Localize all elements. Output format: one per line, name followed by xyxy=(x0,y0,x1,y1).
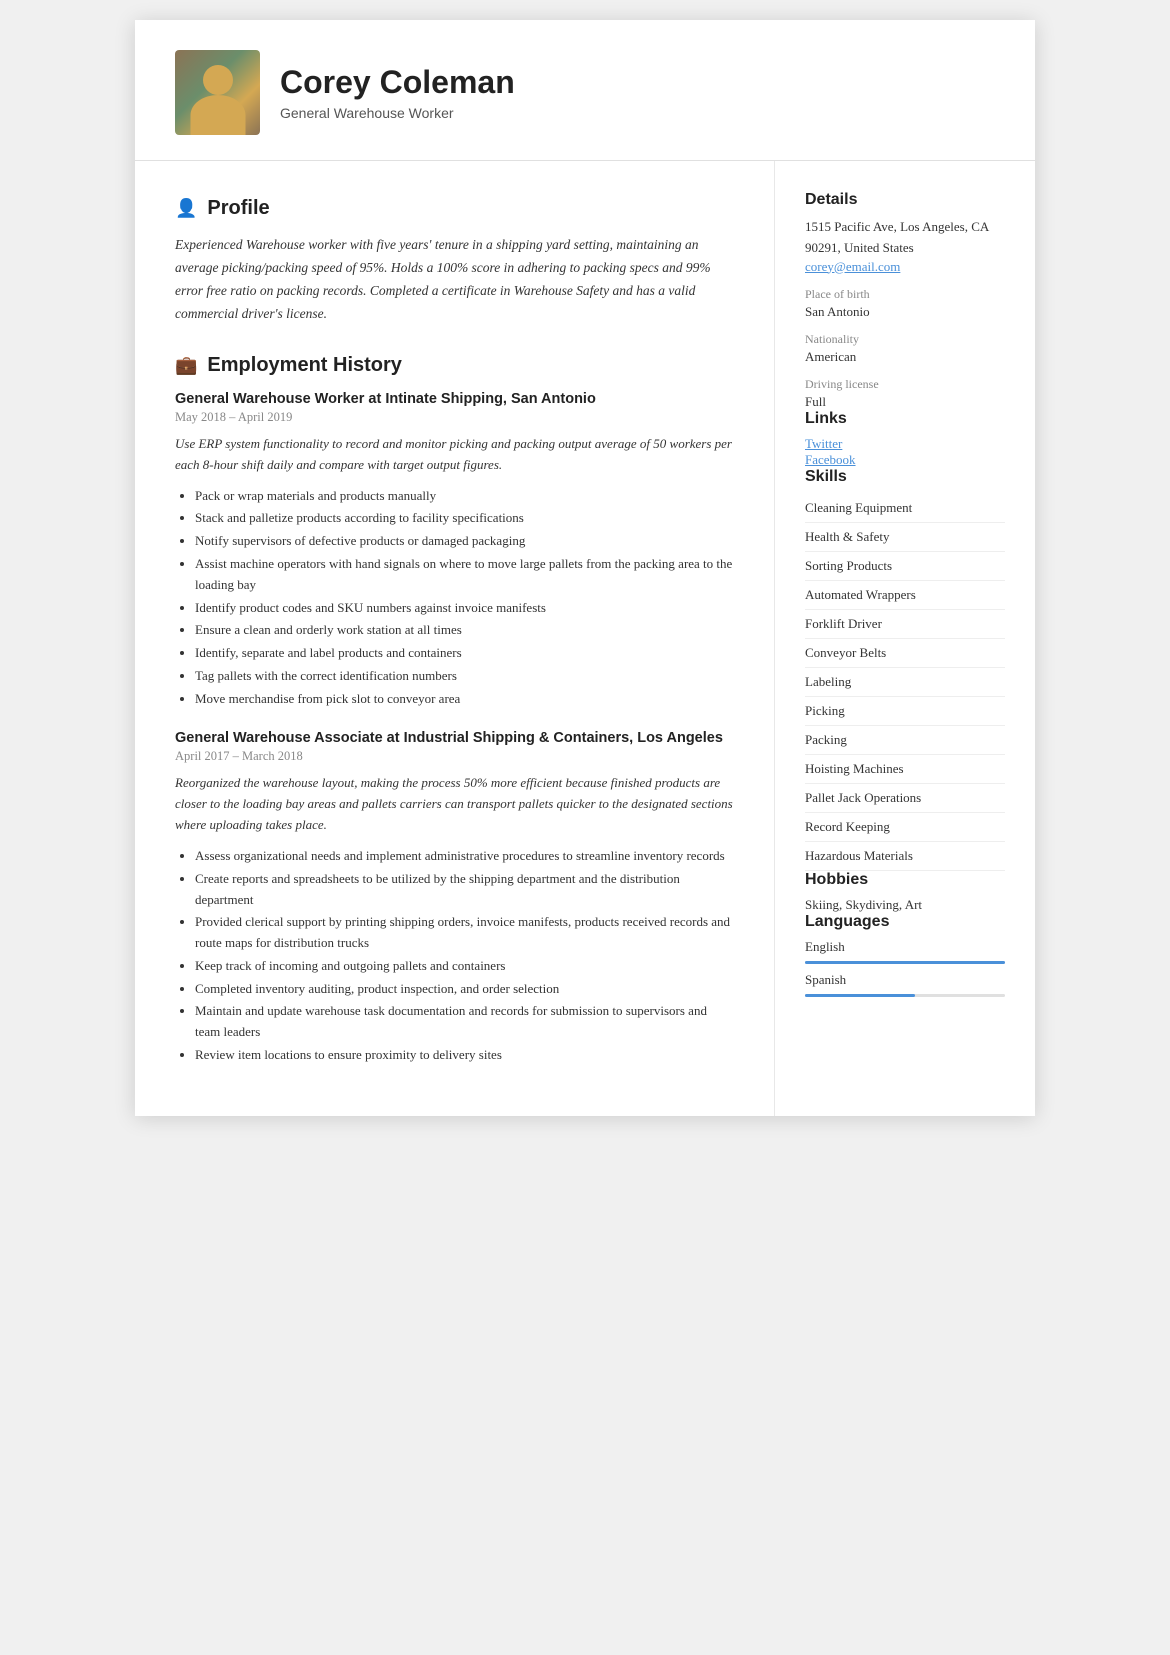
skill-item: Cleaning Equipment xyxy=(805,494,1005,523)
candidate-title: General Warehouse Worker xyxy=(280,105,995,121)
nationality-label: Nationality xyxy=(805,332,1005,347)
resume-container: Corey Coleman General Warehouse Worker 👤… xyxy=(135,20,1035,1116)
job-1-dates: May 2018 – April 2019 xyxy=(175,410,734,425)
list-item: Assess organizational needs and implemen… xyxy=(195,846,734,867)
address: 1515 Pacific Ave, Los Angeles, CA 90291,… xyxy=(805,217,1005,259)
employment-section: 💼 Employment History General Warehouse W… xyxy=(175,354,734,1066)
left-column: 👤 Profile Experienced Warehouse worker w… xyxy=(135,161,775,1116)
language-name: English xyxy=(805,939,1005,955)
languages-section: Languages English Spanish xyxy=(805,913,1005,997)
profile-header: 👤 Profile xyxy=(175,197,734,220)
skill-item: Record Keeping xyxy=(805,813,1005,842)
list-item: Maintain and update warehouse task docum… xyxy=(195,1001,734,1043)
job-2-description: Reorganized the warehouse layout, making… xyxy=(175,772,734,836)
job-2: General Warehouse Associate at Industria… xyxy=(175,730,734,1066)
job-1: General Warehouse Worker at Intinate Shi… xyxy=(175,391,734,710)
employment-header: 💼 Employment History xyxy=(175,354,734,377)
profile-title: Profile xyxy=(207,197,269,220)
place-of-birth-value: San Antonio xyxy=(805,304,1005,320)
list-item: Identify product codes and SKU numbers a… xyxy=(195,598,734,619)
job-1-bullets: Pack or wrap materials and products manu… xyxy=(175,486,734,710)
header-section: Corey Coleman General Warehouse Worker xyxy=(135,20,1035,161)
skill-item: Hoisting Machines xyxy=(805,755,1005,784)
language-bar-container xyxy=(805,961,1005,964)
skill-item: Forklift Driver xyxy=(805,610,1005,639)
list-item: Completed inventory auditing, product in… xyxy=(195,979,734,1000)
job-2-dates: April 2017 – March 2018 xyxy=(175,749,734,764)
job-1-title: General Warehouse Worker at Intinate Shi… xyxy=(175,391,734,407)
nationality-value: American xyxy=(805,349,1005,365)
skill-item: Sorting Products xyxy=(805,552,1005,581)
list-item: Ensure a clean and orderly work station … xyxy=(195,620,734,641)
profile-text: Experienced Warehouse worker with five y… xyxy=(175,234,734,326)
language-name: Spanish xyxy=(805,972,1005,988)
email-link[interactable]: corey@email.com xyxy=(805,259,1005,275)
details-section: Details 1515 Pacific Ave, Los Angeles, C… xyxy=(805,191,1005,410)
list-item: Identify, separate and label products an… xyxy=(195,643,734,664)
skill-item: Hazardous Materials xyxy=(805,842,1005,871)
skill-item: Conveyor Belts xyxy=(805,639,1005,668)
skill-item: Health & Safety xyxy=(805,523,1005,552)
list-item: Keep track of incoming and outgoing pall… xyxy=(195,956,734,977)
skills-section: Skills Cleaning EquipmentHealth & Safety… xyxy=(805,468,1005,871)
job-2-title: General Warehouse Associate at Industria… xyxy=(175,730,734,746)
employment-icon: 💼 xyxy=(175,355,197,376)
language-bar xyxy=(805,961,1005,964)
skill-item: Labeling xyxy=(805,668,1005,697)
candidate-name: Corey Coleman xyxy=(280,64,995,101)
twitter-link[interactable]: Twitter xyxy=(805,436,1005,452)
list-item: Create reports and spreadsheets to be ut… xyxy=(195,869,734,911)
skill-item: Automated Wrappers xyxy=(805,581,1005,610)
list-item: Tag pallets with the correct identificat… xyxy=(195,666,734,687)
hobbies-title: Hobbies xyxy=(805,871,1005,889)
skill-item: Packing xyxy=(805,726,1005,755)
list-item: Provided clerical support by printing sh… xyxy=(195,912,734,954)
details-title: Details xyxy=(805,191,1005,209)
driving-license-label: Driving license xyxy=(805,377,1005,392)
driving-license-value: Full xyxy=(805,394,1005,410)
profile-section: 👤 Profile Experienced Warehouse worker w… xyxy=(175,197,734,326)
hobbies-text: Skiing, Skydiving, Art xyxy=(805,897,1005,913)
employment-title: Employment History xyxy=(207,354,401,377)
skills-title: Skills xyxy=(805,468,1005,486)
links-section: Links Twitter Facebook xyxy=(805,410,1005,468)
place-of-birth-label: Place of birth xyxy=(805,287,1005,302)
languages-title: Languages xyxy=(805,913,1005,931)
language-item: Spanish xyxy=(805,972,1005,997)
languages-list: English Spanish xyxy=(805,939,1005,997)
main-layout: 👤 Profile Experienced Warehouse worker w… xyxy=(135,161,1035,1116)
skills-list: Cleaning EquipmentHealth & SafetySorting… xyxy=(805,494,1005,871)
language-item: English xyxy=(805,939,1005,964)
list-item: Notify supervisors of defective products… xyxy=(195,531,734,552)
job-1-description: Use ERP system functionality to record a… xyxy=(175,433,734,476)
list-item: Review item locations to ensure proximit… xyxy=(195,1045,734,1066)
list-item: Assist machine operators with hand signa… xyxy=(195,554,734,596)
right-column: Details 1515 Pacific Ave, Los Angeles, C… xyxy=(775,161,1035,1116)
skill-item: Picking xyxy=(805,697,1005,726)
avatar xyxy=(175,50,260,135)
list-item: Move merchandise from pick slot to conve… xyxy=(195,689,734,710)
job-2-bullets: Assess organizational needs and implemen… xyxy=(175,846,734,1066)
header-info: Corey Coleman General Warehouse Worker xyxy=(280,64,995,121)
language-bar xyxy=(805,994,915,997)
language-bar-container xyxy=(805,994,1005,997)
profile-icon: 👤 xyxy=(175,198,197,219)
links-title: Links xyxy=(805,410,1005,428)
hobbies-section: Hobbies Skiing, Skydiving, Art xyxy=(805,871,1005,913)
skill-item: Pallet Jack Operations xyxy=(805,784,1005,813)
list-item: Pack or wrap materials and products manu… xyxy=(195,486,734,507)
list-item: Stack and palletize products according t… xyxy=(195,508,734,529)
facebook-link[interactable]: Facebook xyxy=(805,452,1005,468)
